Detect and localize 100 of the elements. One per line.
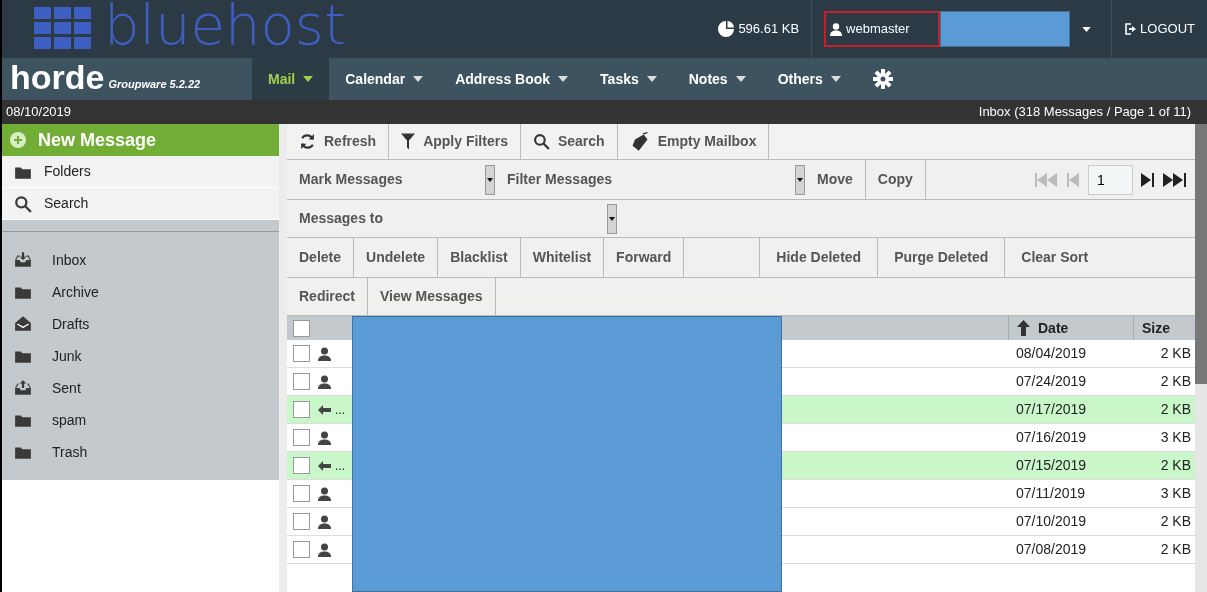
- sender-text: ...: [335, 457, 345, 475]
- folder-item[interactable]: Sent: [2, 372, 279, 404]
- next-page-icon[interactable]: [1141, 172, 1155, 187]
- folder-item[interactable]: Trash: [2, 436, 279, 468]
- nav-tab[interactable]: Notes: [672, 58, 762, 100]
- person-icon: [318, 514, 331, 529]
- row-checkbox[interactable]: [293, 541, 310, 558]
- caret-icon: [558, 76, 569, 82]
- date-cell-text: 07/17/2019: [1015, 400, 1088, 419]
- toolbar-button[interactable]: Empty Mailbox: [617, 124, 770, 159]
- sidebar-link[interactable]: Folders: [2, 156, 279, 188]
- username-text: webmaster: [846, 20, 910, 39]
- toolbar-button[interactable]: Apply Filters: [389, 124, 521, 159]
- scrollbar-thumb[interactable]: [1195, 124, 1207, 384]
- message-row-start[interactable]: ...: [287, 396, 352, 424]
- action-button[interactable]: Redirect: [287, 278, 369, 315]
- size-cell-text: 3 KB: [1159, 428, 1192, 447]
- size-cell-text: 3 KB: [1159, 484, 1192, 503]
- nav-tab[interactable]: Calendar: [329, 58, 440, 100]
- date-cell-text: 07/16/2019: [1015, 428, 1088, 447]
- toolbar-button[interactable]: Search: [520, 124, 618, 159]
- action-button[interactable]: Delete: [287, 238, 355, 277]
- person-icon: [318, 486, 331, 501]
- reply-arrow-icon: [318, 404, 331, 415]
- nav-tab[interactable]: Others: [761, 58, 857, 100]
- envelope-icon: [14, 315, 32, 333]
- previous-page-icon[interactable]: [1067, 172, 1080, 187]
- action-button[interactable]: Purge Deleted: [878, 238, 1006, 277]
- filter-messages-select[interactable]: Filter Messages: [495, 160, 805, 199]
- move-button[interactable]: Move: [805, 160, 866, 199]
- caret-icon: [1082, 26, 1092, 32]
- pie-chart-icon: [718, 21, 735, 37]
- select-all-checkbox[interactable]: [293, 319, 310, 337]
- logout-icon: [1124, 23, 1137, 35]
- mailbox-info: Inbox (318 Messages / Page 1 of 11): [978, 103, 1191, 122]
- horde-logo: horde: [10, 62, 105, 92]
- folder-item[interactable]: spam: [2, 404, 279, 436]
- caret-icon: [646, 76, 657, 82]
- search-icon: [532, 133, 550, 150]
- row-checkbox[interactable]: [293, 513, 310, 530]
- tray-icon: [14, 379, 32, 397]
- quota-text: 596.61 KB: [738, 20, 800, 39]
- row-checkbox[interactable]: [293, 373, 310, 390]
- page-field[interactable]: 1: [1088, 164, 1133, 195]
- size-cell-text: 2 KB: [1159, 400, 1192, 419]
- user-icon: [830, 22, 843, 36]
- size-cell-text: 2 KB: [1159, 540, 1192, 559]
- caret-icon: [303, 76, 314, 82]
- nav-tab[interactable]: Mail: [252, 58, 330, 100]
- folder-item[interactable]: Archive: [2, 276, 279, 308]
- person-icon: [318, 430, 331, 445]
- message-row[interactable]: 07/15/2019 2 KB: [782, 452, 1195, 480]
- date-cell-text: 07/15/2019: [1015, 456, 1088, 475]
- date-cell-text: 07/10/2019: [1015, 512, 1088, 531]
- nav-tab[interactable]: Address Book: [439, 58, 585, 100]
- action-button[interactable]: Whitelist: [520, 238, 605, 277]
- row-checkbox[interactable]: [293, 345, 310, 362]
- nav-tab[interactable]: Tasks: [584, 58, 673, 100]
- row-checkbox[interactable]: [293, 429, 310, 446]
- reply-arrow-icon: [318, 460, 331, 471]
- caret-icon: [413, 76, 424, 82]
- action-button[interactable]: Forward: [604, 238, 685, 277]
- action-button[interactable]: Undelete: [354, 238, 439, 277]
- date-cell-text: 07/11/2019: [1015, 484, 1087, 503]
- action-button[interactable]: View Messages: [368, 278, 496, 315]
- action-button[interactable]: Clear Sort: [1005, 238, 1105, 277]
- size-cell-text: 2 KB: [1159, 372, 1192, 391]
- size-cell-text: 2 KB: [1159, 512, 1192, 531]
- messages-to-select[interactable]: Messages to: [287, 200, 617, 237]
- message-row-start[interactable]: ...: [287, 452, 352, 480]
- logout-button[interactable]: LOGOUT: [1112, 0, 1207, 58]
- folder-item[interactable]: Drafts: [2, 308, 279, 340]
- person-icon: [318, 374, 331, 389]
- plus-icon: [10, 132, 26, 148]
- caret-icon: [735, 76, 746, 82]
- folder-item[interactable]: Junk: [2, 340, 279, 372]
- last-page-icon[interactable]: [1163, 172, 1187, 187]
- row-checkbox[interactable]: [293, 457, 310, 474]
- person-icon: [318, 542, 331, 557]
- message-row[interactable]: 07/17/2019 2 KB: [782, 396, 1195, 424]
- toolbar-button[interactable]: Refresh: [287, 124, 390, 159]
- row-checkbox[interactable]: [293, 485, 310, 502]
- action-button[interactable]: Blacklist: [438, 238, 521, 277]
- search-icon: [14, 194, 32, 213]
- version-text: Groupware 5.2.22: [108, 76, 201, 92]
- sidebar-link[interactable]: Search: [2, 188, 279, 220]
- settings-icon[interactable]: [872, 69, 893, 89]
- date-cell-text: 08/04/2019: [1015, 344, 1088, 363]
- logo-text: bluehost: [104, 0, 346, 53]
- grid-logo-icon: [34, 7, 92, 51]
- date-cell-text: 07/08/2019: [1015, 540, 1088, 559]
- caret-icon: [830, 76, 841, 82]
- mark-messages-select[interactable]: Mark Messages: [287, 160, 495, 199]
- copy-button[interactable]: Copy: [865, 160, 926, 199]
- sender-text: ...: [335, 401, 345, 419]
- first-page-icon[interactable]: [1035, 172, 1059, 187]
- date-cell-text: 07/24/2019: [1015, 372, 1088, 391]
- folder-item[interactable]: Inbox: [2, 244, 279, 276]
- row-checkbox[interactable]: [293, 401, 310, 418]
- action-button[interactable]: Hide Deleted: [760, 238, 879, 277]
